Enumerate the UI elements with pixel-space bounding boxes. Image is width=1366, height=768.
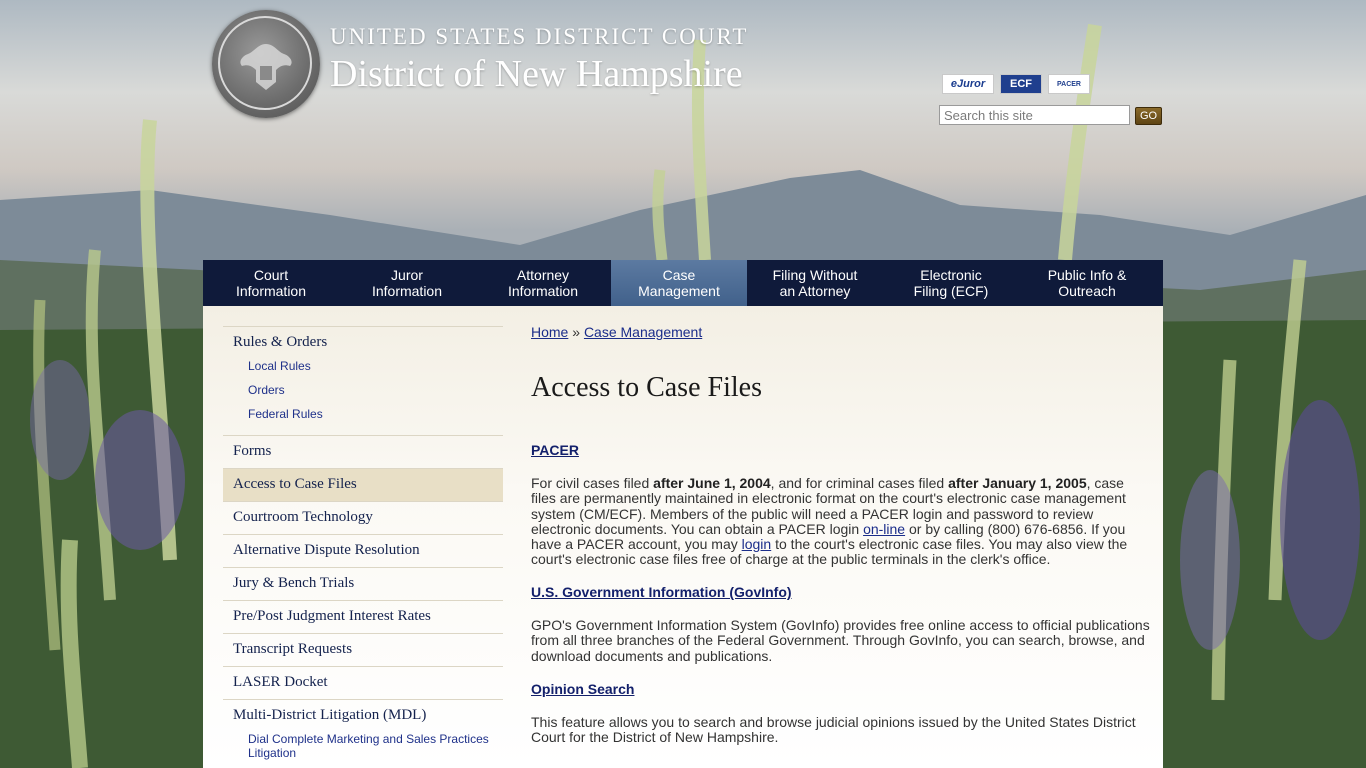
nav-case-management[interactable]: Case Management: [611, 260, 747, 306]
sidebar-item-rules-orders[interactable]: Rules & Orders: [223, 326, 503, 359]
sidebar-item-access-case-files[interactable]: Access to Case Files: [223, 468, 503, 501]
content-panel: Rules & Orders Local Rules Orders Federa…: [203, 306, 1163, 768]
opinion-search-paragraph: This feature allows you to search and br…: [531, 714, 1136, 746]
nav-court-information[interactable]: Court Information: [203, 260, 339, 306]
main-content: Home » Case Management Access to Case Fi…: [531, 324, 1151, 745]
eagle-icon: [240, 44, 292, 90]
site-header: United States District Court District of…: [0, 0, 1366, 260]
breadcrumb-case-management-link[interactable]: Case Management: [584, 324, 702, 340]
opinion-search-heading-link[interactable]: Opinion Search: [531, 681, 634, 697]
sidebar-sub-dial-complete[interactable]: Dial Complete Marketing and Sales Practi…: [223, 732, 503, 760]
sidebar-item-interest-rates[interactable]: Pre/Post Judgment Interest Rates: [223, 600, 503, 633]
court-seal-logo[interactable]: [212, 10, 320, 118]
ejuror-link[interactable]: eJuror: [942, 74, 994, 94]
pacer-heading-link[interactable]: PACER: [531, 442, 579, 458]
pacer-date-criminal: after January 1, 2005: [948, 475, 1087, 491]
sidebar-item-jury-bench-trials[interactable]: Jury & Bench Trials: [223, 567, 503, 600]
main-nav: Court Information Juror Information Atto…: [203, 260, 1163, 306]
breadcrumb-separator: »: [572, 324, 581, 340]
pacer-paragraph: For civil cases filed after June 1, 2004…: [531, 475, 1151, 568]
nav-attorney-information[interactable]: Attorney Information: [475, 260, 611, 306]
nav-electronic-filing[interactable]: Electronic Filing (ECF): [883, 260, 1019, 306]
sidebar-sub-orders[interactable]: Orders: [223, 383, 503, 407]
sidebar-sub-local-rules[interactable]: Local Rules: [223, 359, 503, 383]
nav-filing-without-attorney[interactable]: Filing Without an Attorney: [747, 260, 883, 306]
govinfo-paragraph: GPO's Government Information System (Gov…: [531, 617, 1150, 664]
nav-juror-information[interactable]: Juror Information: [339, 260, 475, 306]
pacer-login-link[interactable]: login: [742, 536, 772, 552]
page-title: Access to Case Files: [531, 372, 762, 403]
sidebar-menu: Rules & Orders Local Rules Orders Federa…: [223, 326, 503, 760]
search-input[interactable]: [939, 105, 1130, 125]
pacer-text-2: , and for criminal cases filed: [770, 475, 949, 491]
sidebar-item-laser-docket[interactable]: LASER Docket: [223, 666, 503, 699]
court-name-line1: United States District Court: [330, 24, 749, 49]
court-name-line2[interactable]: District of New Hampshire: [330, 52, 743, 96]
pacer-date-civil: after June 1, 2004: [653, 475, 771, 491]
pacer-online-link[interactable]: on-line: [863, 521, 905, 537]
sidebar-item-transcript-requests[interactable]: Transcript Requests: [223, 633, 503, 666]
sidebar-sub-federal-rules[interactable]: Federal Rules: [223, 407, 503, 435]
sidebar-item-adr[interactable]: Alternative Dispute Resolution: [223, 534, 503, 567]
sidebar-item-mdl[interactable]: Multi-District Litigation (MDL): [223, 699, 503, 732]
quick-links: eJuror ECF PACER: [942, 74, 1090, 94]
sidebar-item-courtroom-technology[interactable]: Courtroom Technology: [223, 501, 503, 534]
search-go-button[interactable]: GO: [1135, 107, 1162, 125]
sidebar-item-forms[interactable]: Forms: [223, 435, 503, 468]
govinfo-heading-link[interactable]: U.S. Government Information (GovInfo): [531, 584, 792, 600]
nav-public-info-outreach[interactable]: Public Info & Outreach: [1019, 260, 1155, 306]
breadcrumb-home-link[interactable]: Home: [531, 324, 568, 340]
ecf-link[interactable]: ECF: [1000, 74, 1042, 94]
pacer-text-1: For civil cases filed: [531, 475, 654, 491]
pacer-link[interactable]: PACER: [1048, 74, 1090, 94]
breadcrumb: Home » Case Management: [531, 324, 1151, 340]
